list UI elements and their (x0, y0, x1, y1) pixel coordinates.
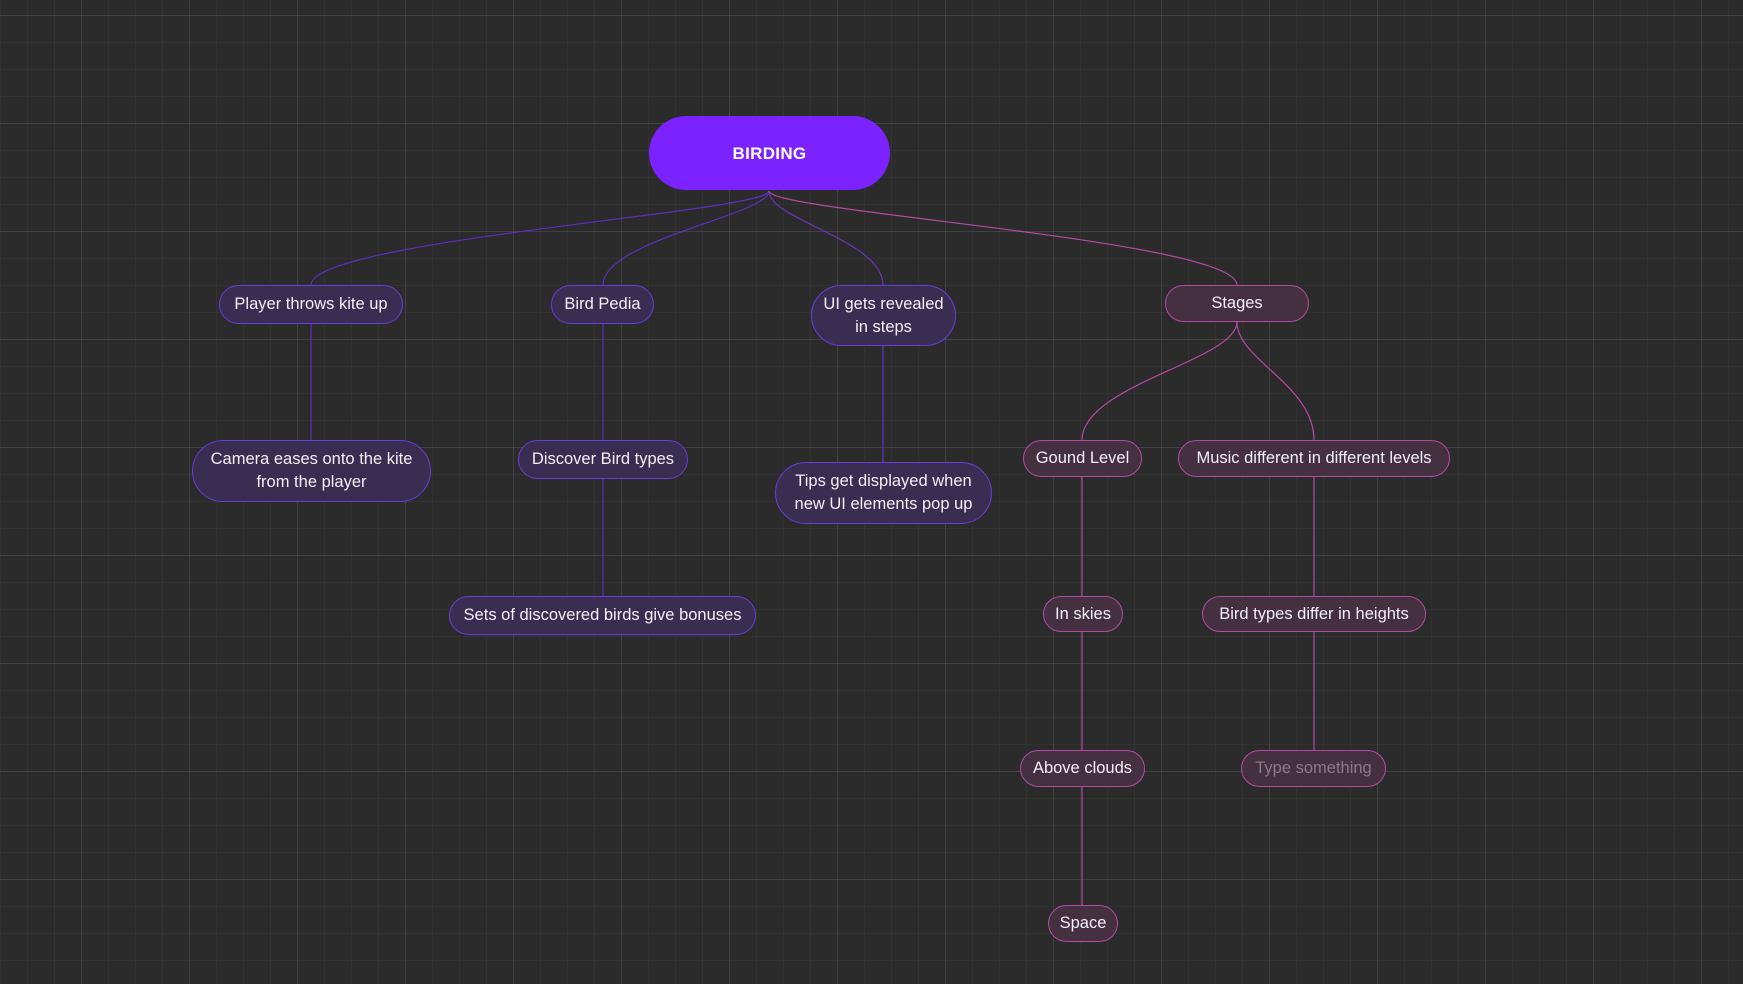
node-ground-level[interactable]: Gound Level (1023, 440, 1142, 477)
mindmap-canvas[interactable]: BIRDING Player throws kite up Camera eas… (0, 0, 1743, 984)
edge-stages-ground (1081, 321, 1238, 441)
node-above-clouds[interactable]: Above clouds (1020, 750, 1145, 787)
edge-root-birdpedia (602, 190, 770, 286)
node-bird-pedia[interactable]: Bird Pedia (551, 285, 654, 324)
node-type-something-placeholder[interactable]: Type something (1241, 750, 1386, 787)
node-music-different[interactable]: Music different in different levels (1178, 440, 1450, 477)
node-stages[interactable]: Stages (1165, 285, 1309, 322)
node-player-throws-kite[interactable]: Player throws kite up (219, 285, 403, 324)
node-space[interactable]: Space (1048, 905, 1118, 942)
root-node-birding[interactable]: BIRDING (649, 116, 890, 190)
edge-stages-music (1236, 321, 1315, 441)
edge-root-player (310, 190, 770, 286)
edge-root-stages (768, 190, 1238, 286)
node-ui-revealed[interactable]: UI gets revealed in steps (811, 285, 956, 346)
node-in-skies[interactable]: In skies (1043, 596, 1123, 632)
node-discover-bird-types[interactable]: Discover Bird types (518, 440, 688, 479)
node-bird-types-heights[interactable]: Bird types differ in heights (1202, 596, 1426, 632)
node-camera-eases[interactable]: Camera eases onto the kite from the play… (192, 440, 431, 502)
node-sets-discovered-birds[interactable]: Sets of discovered birds give bonuses (449, 596, 756, 635)
node-tips-displayed[interactable]: Tips get displayed when new UI elements … (775, 462, 992, 524)
edge-root-ui (768, 190, 884, 286)
